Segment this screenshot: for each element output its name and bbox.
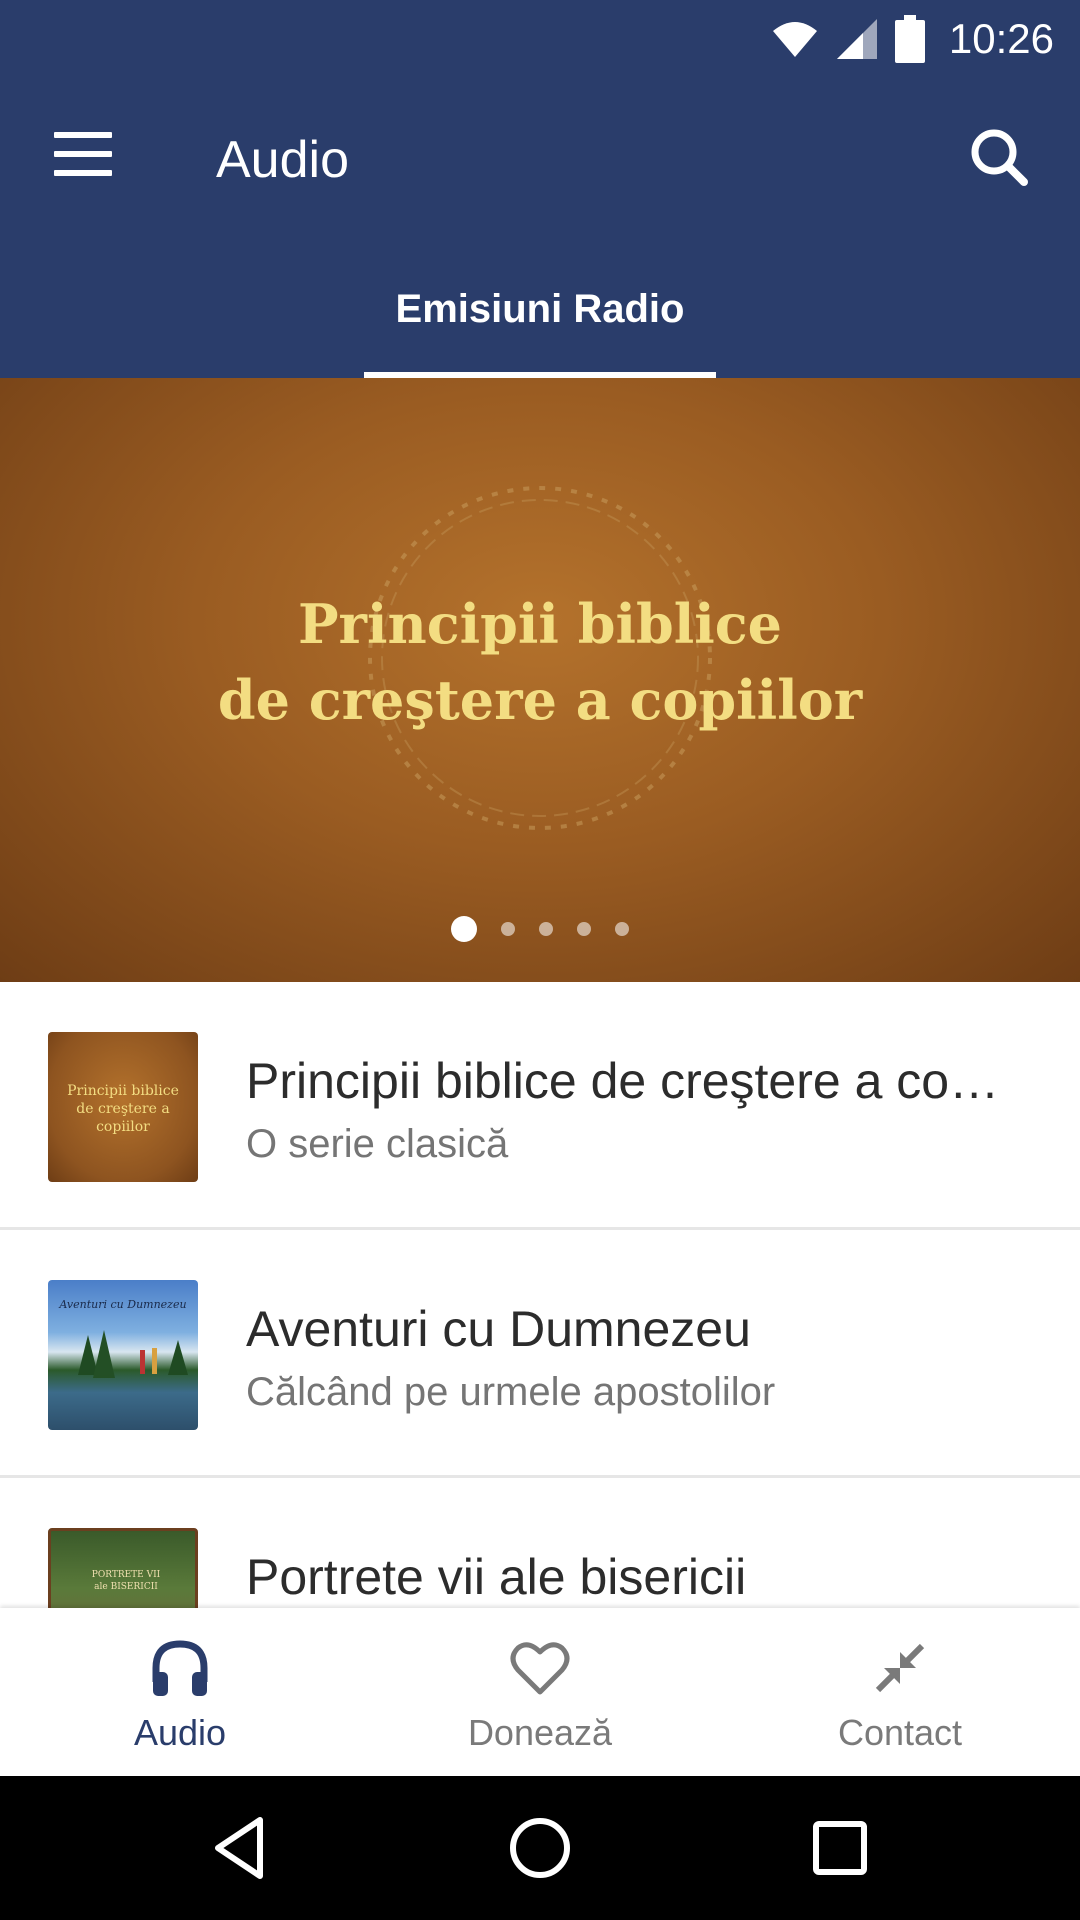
home-icon[interactable] <box>504 1812 576 1884</box>
signal-icon <box>836 19 877 59</box>
bottom-navigation: Audio Donează Contact <box>0 1608 1080 1776</box>
list-item[interactable]: Aventuri cu Dumnezeu Aventuri cu Dumneze… <box>0 1230 1080 1478</box>
thumbnail-text: PORTRETE VII ale BISERICII <box>51 1569 195 1593</box>
collapse-arrows-icon <box>875 1643 925 1693</box>
banner-title: Principii biblice de creştere a copiilor <box>0 586 1080 738</box>
carousel-indicator <box>0 916 1080 942</box>
thumbnail-text: Principii biblice de creştere a copiilor <box>48 1082 198 1136</box>
item-title: Principii biblice de creştere a co… <box>246 1053 1000 1109</box>
nav-item-doneaza[interactable]: Donează <box>360 1608 720 1776</box>
nav-item-contact[interactable]: Contact <box>720 1608 1080 1776</box>
thumbnail-text-line: Principii biblice <box>67 1083 179 1099</box>
app-bar: Audio <box>0 78 1080 238</box>
carousel-dot-2[interactable] <box>501 922 515 936</box>
thumbnail-text-line: de creştere a copiilor <box>76 1101 170 1135</box>
battery-icon <box>894 15 925 63</box>
menu-button[interactable] <box>54 132 112 176</box>
program-thumbnail: Aventuri cu Dumnezeu <box>48 1280 198 1430</box>
tab-bar: Emisiuni Radio <box>0 238 1080 378</box>
menu-icon <box>54 132 112 138</box>
item-subtitle: Călcând pe urmele apostolilor <box>246 1370 776 1414</box>
nav-item-audio[interactable]: Audio <box>0 1608 360 1776</box>
program-thumbnail: PORTRETE VII ale BISERICII <box>48 1528 198 1608</box>
carousel-dot-1[interactable] <box>451 916 477 942</box>
item-subtitle: O serie clasică <box>246 1122 509 1166</box>
list-item[interactable]: Principii biblice de creştere a copiilor… <box>0 982 1080 1230</box>
heart-icon <box>510 1642 570 1695</box>
menu-icon-line <box>54 170 112 176</box>
wifi-icon <box>772 22 817 57</box>
system-navigation-bar <box>0 1776 1080 1920</box>
carousel-dot-3[interactable] <box>539 922 553 936</box>
status-time: 10:26 <box>948 15 1054 62</box>
carousel-dot-4[interactable] <box>577 922 591 936</box>
banner-title-line2: de creştere a copiilor <box>217 668 863 732</box>
status-bar: 10:26 <box>0 0 1080 78</box>
thumbnail-text-line: ale BISERICII <box>94 1582 158 1592</box>
list-item[interactable]: PORTRETE VII ale BISERICII Portrete vii … <box>0 1478 1080 1608</box>
item-title: Aventuri cu Dumnezeu <box>246 1301 751 1357</box>
recents-icon[interactable] <box>804 1812 876 1884</box>
headphones-icon <box>152 1640 208 1696</box>
program-list: Principii biblice de creştere a copiilor… <box>0 982 1080 1608</box>
tab-emisiuni-radio[interactable]: Emisiuni Radio <box>364 238 716 378</box>
nav-label: Contact <box>837 1712 963 1753</box>
back-icon[interactable] <box>204 1812 276 1884</box>
item-title: Portrete vii ale bisericii <box>246 1549 747 1605</box>
tab-label: Emisiuni Radio <box>395 287 685 331</box>
search-icon[interactable] <box>968 126 1030 188</box>
thumbnail-text-line: PORTRETE VII <box>91 1570 161 1580</box>
page-title: Audio <box>216 131 349 189</box>
trees-graphic <box>78 1330 188 1378</box>
featured-banner[interactable]: Principii biblice de creştere a copiilor <box>0 378 1080 982</box>
menu-icon-line <box>54 151 112 157</box>
nav-label: Audio <box>133 1712 227 1753</box>
program-thumbnail: Principii biblice de creştere a copiilor <box>48 1032 198 1182</box>
status-icons: 10:26 <box>771 0 1054 78</box>
nav-label: Donează <box>467 1712 613 1753</box>
banner-title-line1: Principii biblice <box>297 592 783 656</box>
carousel-dot-5[interactable] <box>615 922 629 936</box>
